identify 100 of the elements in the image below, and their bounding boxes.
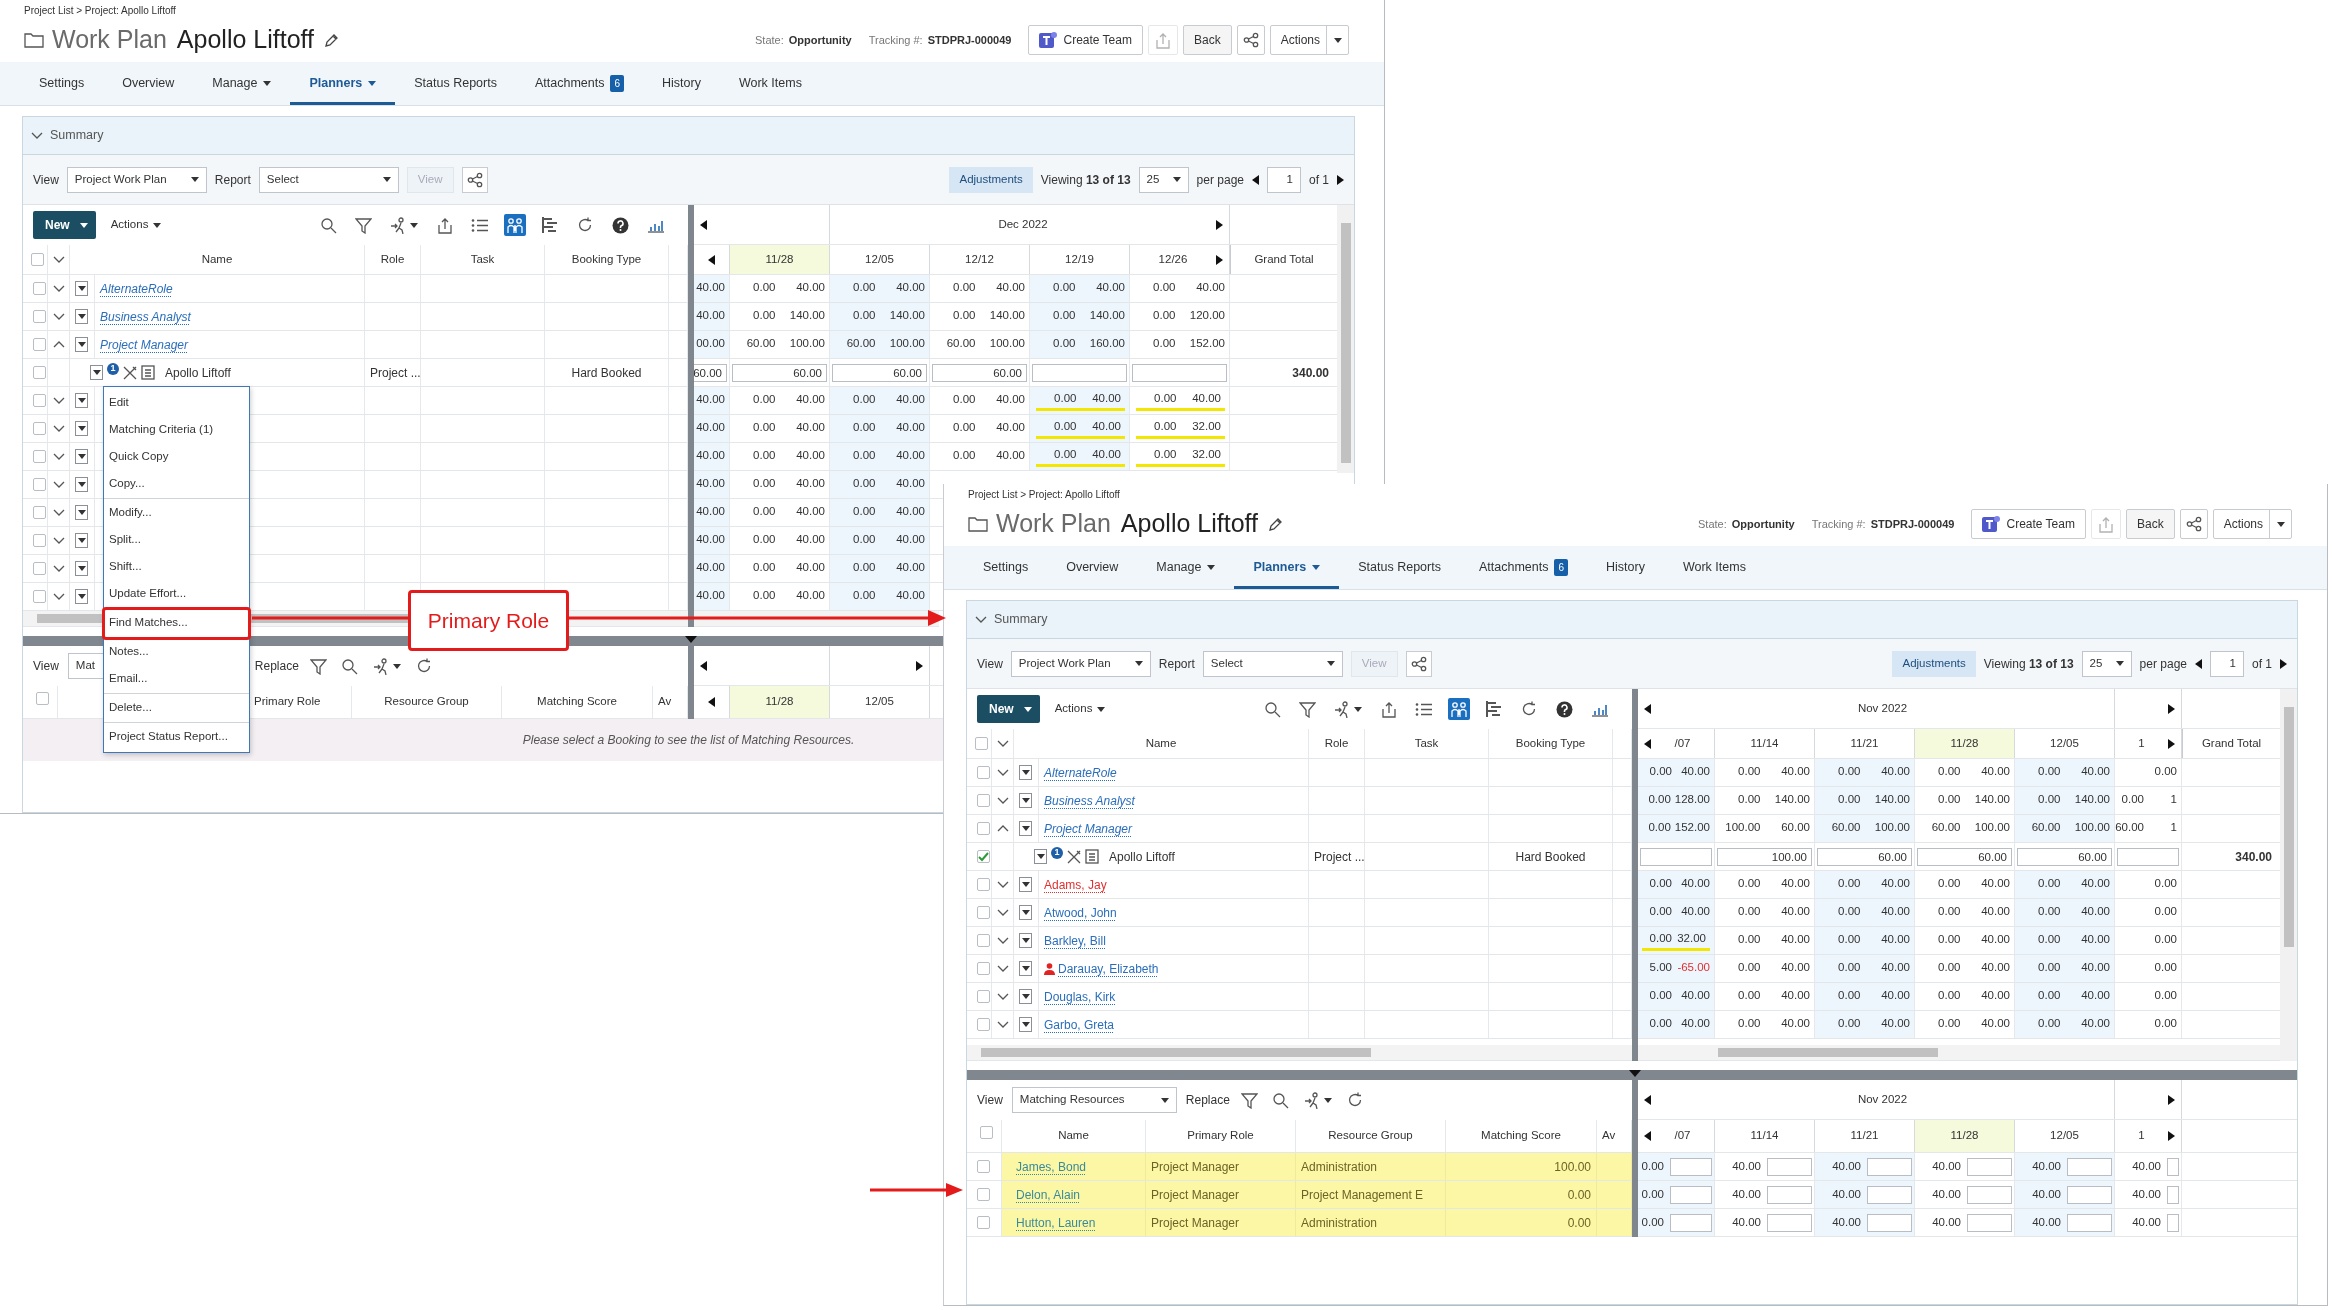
hours-value: 0.00	[1837, 764, 1862, 780]
hours-value: 0.00	[1648, 904, 1673, 920]
hours-value: 40.00	[1780, 932, 1811, 948]
hours-value: 100.00	[988, 336, 1026, 352]
hours-value: 0.00	[1053, 446, 1078, 462]
booking-type: Hard Booked	[1515, 848, 1586, 866]
hours-value: 0.00	[1647, 792, 1672, 808]
hours-value: 0.00	[752, 308, 777, 324]
hours-value: 0.00	[2037, 960, 2062, 976]
hours-value: 40.00	[895, 448, 926, 464]
view-label: View	[33, 171, 59, 189]
hours-value: 100.00	[2073, 820, 2111, 836]
hours-value: 40.00	[695, 588, 726, 604]
hours-value: 0.00	[1937, 876, 1962, 892]
per-page-label: per page	[1196, 171, 1244, 189]
column-header: Role	[1324, 735, 1349, 751]
week-label: 11/14	[1749, 1128, 1780, 1144]
hours-value: 40.00	[1780, 764, 1811, 780]
hours-value: 140.00	[2073, 792, 2111, 808]
hours-value: 1	[2169, 820, 2178, 836]
hours-value: 40.00	[1880, 988, 1911, 1004]
hours-value: 40.00	[995, 280, 1026, 296]
hours-value: 40.00	[2080, 932, 2111, 948]
hours-value: 0.00	[1937, 1016, 1962, 1032]
hours-value: 140.00	[788, 308, 826, 324]
hours-value: 0.00	[1937, 932, 1962, 948]
column-header: Av	[1602, 1128, 1616, 1144]
primary-role: Project Manager	[1151, 1214, 1240, 1232]
hours-value: 40.00	[795, 560, 826, 576]
hours-value: 0.00	[2120, 792, 2145, 808]
role-value: Project ...	[370, 364, 421, 382]
hours-value: 40.00	[895, 280, 926, 296]
hours-value: 40.00	[1980, 932, 2011, 948]
hours-value: 40.00	[895, 560, 926, 576]
hours-value: 140.00	[888, 308, 926, 324]
hours-value: 0.00	[1737, 960, 1762, 976]
hours-value: 0.00	[1153, 446, 1178, 462]
resource-group: Administration	[1301, 1157, 1378, 1176]
hours-value: 100.00	[888, 336, 926, 352]
report-label: Report	[1158, 655, 1195, 673]
count-badge: 1	[1051, 847, 1063, 859]
hours-value: 0.00	[752, 560, 777, 576]
hours-value: 40.00	[995, 420, 1026, 436]
hours-value: 5.00	[1648, 960, 1673, 976]
available-hours: 40.00	[1931, 1186, 1962, 1202]
hours-value: 140.00	[1773, 792, 1811, 808]
view-label: View	[977, 655, 1003, 673]
hours-value: 0.00	[1152, 336, 1177, 352]
hours-value: 0.00	[852, 280, 877, 296]
hours-value: 40.00	[895, 532, 926, 548]
hours-value: 40.00	[1780, 876, 1811, 892]
column-header: Booking Type	[1515, 735, 1586, 751]
tracking-number: STDPRJ-000049	[1870, 516, 1955, 532]
hours-value: 0.00	[752, 420, 777, 436]
available-hours: 40.00	[2131, 1214, 2162, 1230]
breadcrumb: Project List > Project: Apollo Liftoff	[967, 488, 1121, 502]
count-badge: 6	[610, 75, 624, 92]
hours-value: 0.00	[1647, 820, 1672, 836]
hours-value: 40.00	[1880, 904, 1911, 920]
hours-value: 40.00	[695, 560, 726, 576]
week-label: 12/05	[864, 694, 895, 710]
hours-value: 0.00	[1837, 960, 1862, 976]
hours-value: 0.00	[2153, 932, 2178, 948]
hours-value: 0.00	[852, 392, 877, 408]
hours-value: 152.00	[1674, 820, 1711, 836]
hours-value: 0.00	[2153, 1016, 2178, 1032]
hours-value: 0.00	[1937, 764, 1962, 780]
grand-total-value: 340.00	[1292, 364, 1329, 382]
column-header: Name	[1058, 1128, 1089, 1144]
available-hours: 40.00	[1731, 1186, 1762, 1202]
hours-value: 40.00	[2080, 764, 2111, 780]
column-header: Primary Role	[1187, 1128, 1254, 1144]
available-hours: 40.00	[1831, 1158, 1862, 1174]
week-label: /07	[1673, 1128, 1692, 1144]
hours-value: 0.00	[852, 588, 877, 604]
hours-value: 40.00	[795, 476, 826, 492]
hours-value: 40.00	[2080, 904, 2111, 920]
hours-value: 40.00	[795, 448, 826, 464]
hours-value: 40.00	[1980, 876, 2011, 892]
page-type: Work Plan	[52, 24, 167, 56]
hours-value: 0.00	[1152, 308, 1177, 324]
hours-value: 40.00	[795, 420, 826, 436]
hours-value: 40.00	[695, 308, 726, 324]
hours-value: 0.00	[1837, 876, 1862, 892]
hours-value: 0.00	[1648, 764, 1673, 780]
hours-value: 0.00	[2037, 932, 2062, 948]
column-header: Name	[201, 251, 233, 267]
hours-value: 60.00	[945, 336, 977, 352]
hours-value: 40.00	[1980, 988, 2011, 1004]
state-value: Opportunity	[788, 32, 852, 48]
hours-value: 0.00	[1152, 280, 1177, 296]
hours-value: 0.00	[1737, 988, 1762, 1004]
column-header: Resource Group	[1328, 1128, 1413, 1144]
available-hours: 40.00	[2031, 1214, 2062, 1230]
hours-value: 40.00	[1780, 904, 1811, 920]
hours-value: 40.00	[1680, 904, 1711, 920]
per-page-label: per page	[2139, 655, 2187, 673]
hours-value: 0.00	[1837, 792, 1862, 808]
week-label: 12/05	[2049, 1128, 2080, 1144]
hours-value: 40.00	[1880, 932, 1911, 948]
